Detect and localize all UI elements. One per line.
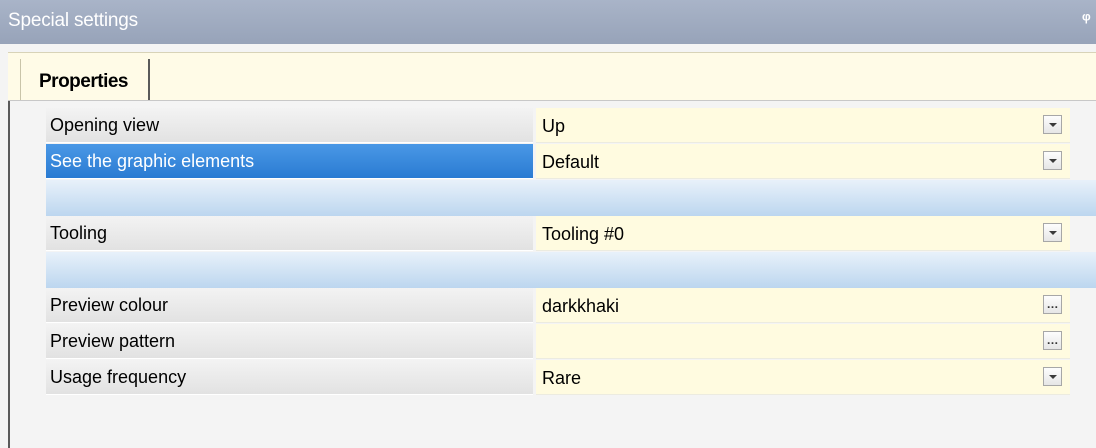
chevron-down-icon: [1049, 159, 1057, 163]
ellipsis-icon: …: [1046, 297, 1059, 311]
property-value-text: Up: [542, 116, 566, 136]
property-name: Preview pattern: [46, 324, 533, 359]
dropdown-button[interactable]: [1043, 151, 1062, 170]
grid-left-border: [8, 101, 10, 448]
property-row-preview-pattern[interactable]: Preview pattern …: [46, 324, 1070, 359]
category-row[interactable]: [46, 252, 1096, 288]
dropdown-button[interactable]: [1043, 367, 1062, 386]
chevron-down-icon: [1049, 231, 1057, 235]
property-name: Tooling: [46, 216, 533, 251]
property-value[interactable]: Default: [536, 144, 1070, 179]
dropdown-button[interactable]: [1043, 223, 1062, 242]
ellipsis-button[interactable]: …: [1043, 331, 1062, 350]
property-name: Preview colour: [46, 288, 533, 323]
dropdown-button[interactable]: [1043, 115, 1062, 134]
property-value[interactable]: Tooling #0: [536, 216, 1070, 251]
ellipsis-icon: …: [1046, 333, 1059, 347]
property-value-text: Tooling #0: [542, 224, 625, 244]
property-value[interactable]: darkkhaki …: [536, 288, 1070, 323]
property-name-label: Preview colour: [50, 295, 169, 315]
property-value[interactable]: Up: [536, 108, 1070, 143]
tab-properties-label: Properties: [39, 71, 128, 92]
tab-properties[interactable]: Properties: [20, 59, 150, 101]
tab-strip: Properties: [8, 52, 1096, 101]
pin-icon[interactable]: ᵠ: [1082, 8, 1096, 30]
chevron-down-icon: [1049, 123, 1057, 127]
property-name-label: Tooling: [50, 223, 108, 243]
property-row-opening-view[interactable]: Opening view Up: [46, 108, 1070, 143]
property-row-preview-colour[interactable]: Preview colour darkkhaki …: [46, 288, 1070, 323]
property-row-usage-frequency[interactable]: Usage frequency Rare: [46, 360, 1070, 395]
panel-title-bar: Special settings ᵠ: [0, 0, 1096, 44]
property-value-text: darkkhaki: [542, 296, 620, 316]
property-name: Opening view: [46, 108, 533, 143]
ellipsis-button[interactable]: …: [1043, 295, 1062, 314]
property-name: See the graphic elements: [46, 144, 533, 179]
property-row-see-graphic-elements[interactable]: See the graphic elements Default: [46, 144, 1070, 179]
chevron-down-icon: [1049, 375, 1057, 379]
panel-title: Special settings: [8, 10, 138, 31]
property-name-label: Preview pattern: [50, 331, 176, 351]
property-name: Usage frequency: [46, 360, 533, 395]
property-value[interactable]: Rare: [536, 360, 1070, 395]
property-name-label: Usage frequency: [50, 367, 187, 387]
property-name-label: See the graphic elements: [50, 151, 255, 171]
category-row[interactable]: [46, 180, 1096, 216]
property-row-tooling[interactable]: Tooling Tooling #0: [46, 216, 1070, 251]
property-value-text: Default: [542, 152, 600, 172]
property-value[interactable]: …: [536, 324, 1070, 359]
property-value-text: Rare: [542, 368, 582, 388]
property-name-label: Opening view: [50, 115, 160, 135]
tab-divider: [8, 100, 1096, 101]
